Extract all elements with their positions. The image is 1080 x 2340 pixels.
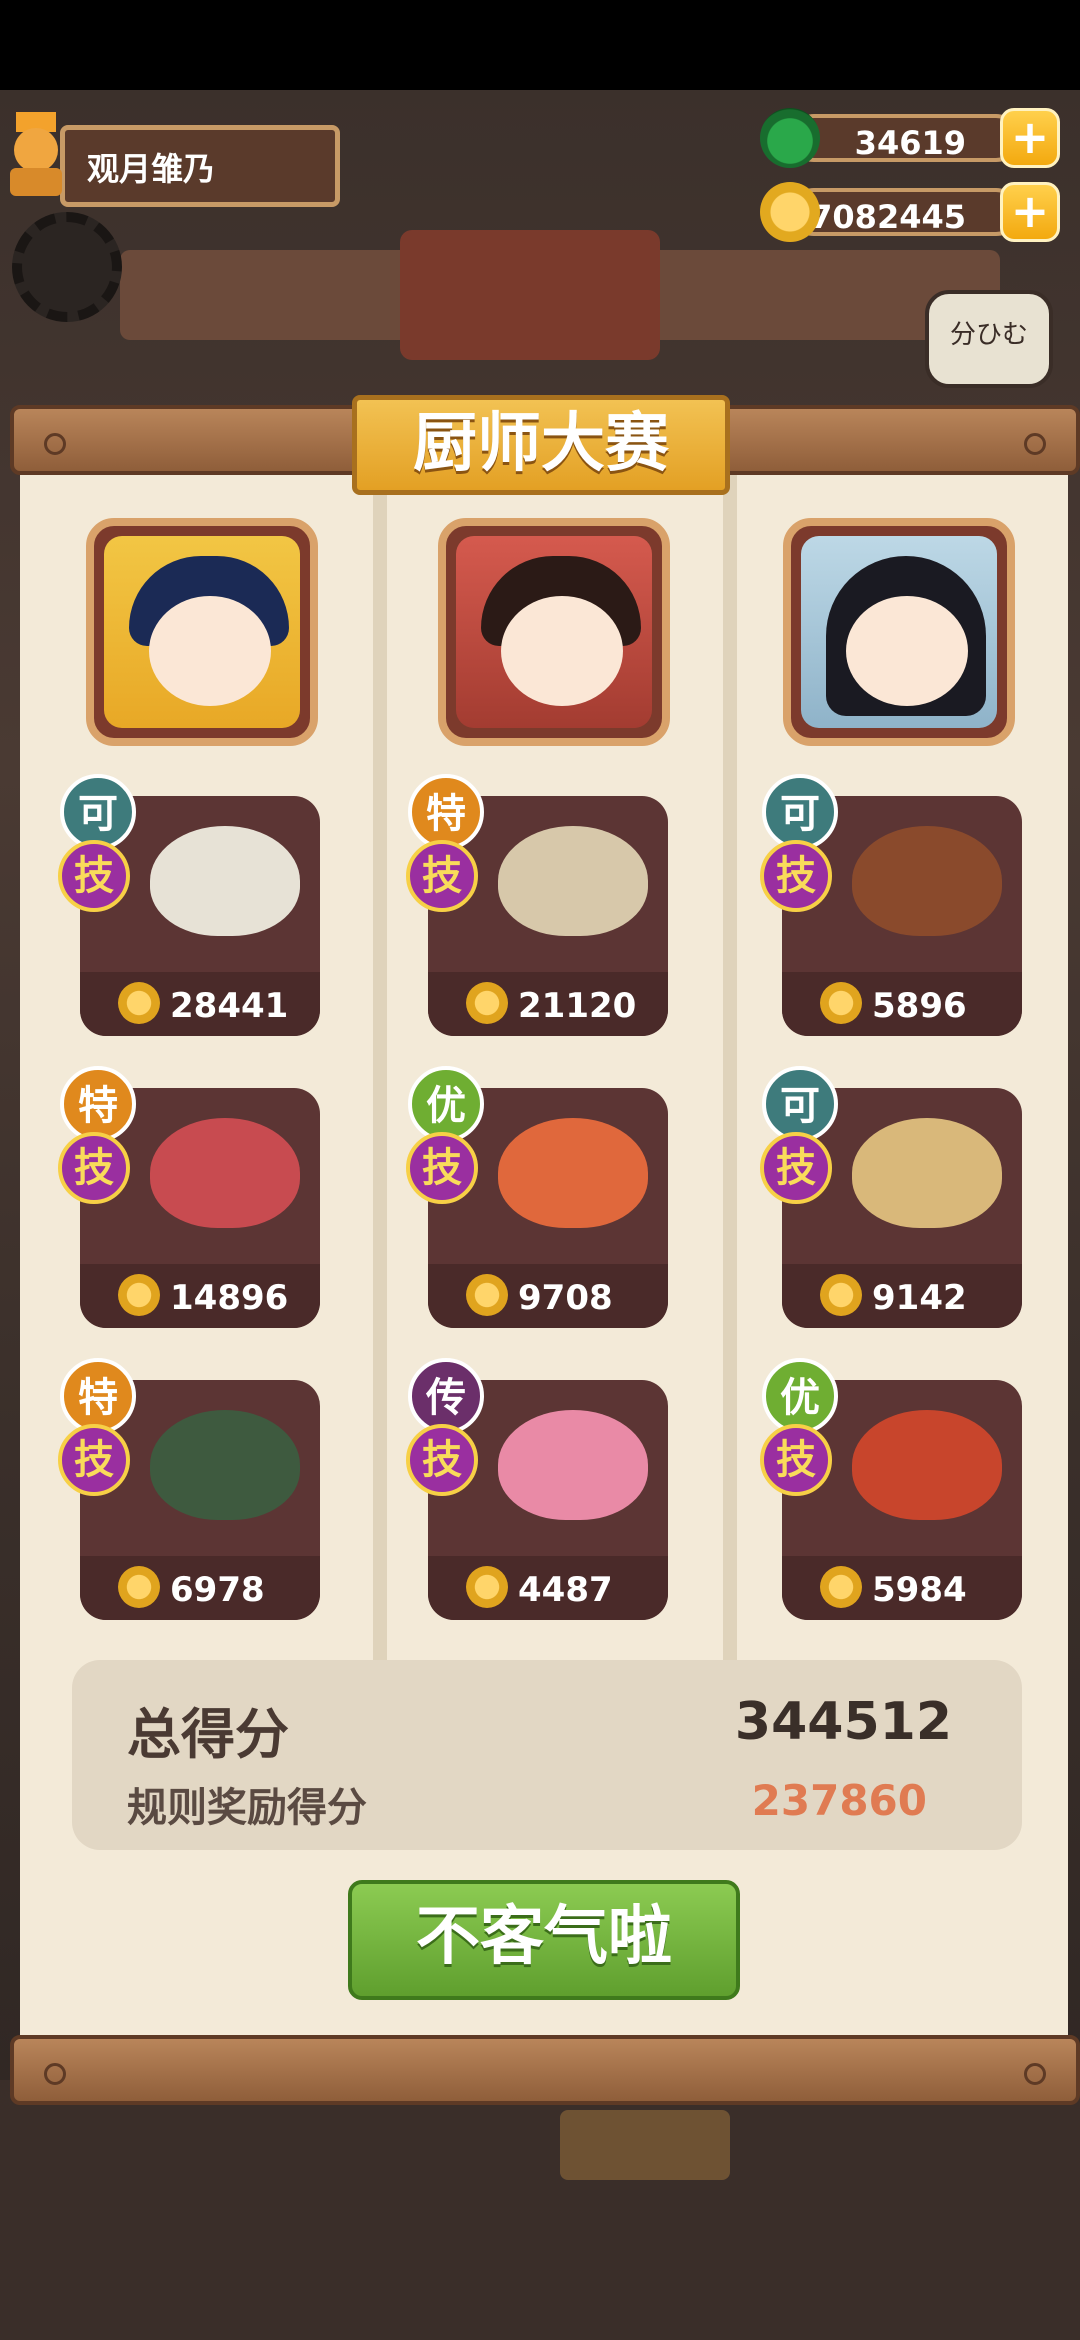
chef-portrait-3[interactable] bbox=[783, 518, 1015, 746]
dish-card[interactable]: 9142 可 技 bbox=[760, 1066, 1022, 1328]
chef-portrait-2[interactable] bbox=[438, 518, 670, 746]
column-divider bbox=[373, 470, 387, 1660]
dish-price: 14896 bbox=[170, 1278, 289, 1318]
dish-image bbox=[498, 1118, 648, 1228]
skill-badge: 技 bbox=[406, 1132, 478, 1204]
dish-card[interactable]: 4487 传 技 bbox=[406, 1358, 668, 1620]
dish-image bbox=[852, 826, 1002, 936]
coin-icon bbox=[820, 1566, 862, 1608]
bonus-score-label: 规则奖励得分 bbox=[127, 1785, 367, 1831]
total-score-value: 344512 bbox=[734, 1692, 952, 1752]
dish-image bbox=[150, 1410, 300, 1520]
dish-price: 9142 bbox=[872, 1278, 967, 1318]
rank-badge: 特 bbox=[408, 774, 484, 850]
background-knot bbox=[400, 230, 660, 360]
skill-badge: 技 bbox=[760, 840, 832, 912]
jade-icon bbox=[760, 108, 820, 168]
status-bar bbox=[0, 0, 1080, 90]
bonus-score-value: 237860 bbox=[751, 1776, 927, 1825]
skill-badge: 技 bbox=[58, 1132, 130, 1204]
dish-image bbox=[498, 826, 648, 936]
score-summary: 总得分 344512 规则奖励得分 237860 bbox=[72, 1660, 1022, 1850]
rank-badge: 优 bbox=[762, 1358, 838, 1434]
dish-image bbox=[150, 1118, 300, 1228]
skill-badge: 技 bbox=[406, 1424, 478, 1496]
skill-badge: 技 bbox=[58, 1424, 130, 1496]
coin-icon bbox=[118, 1274, 160, 1316]
coin-icon bbox=[820, 982, 862, 1024]
player-avatar-icon[interactable] bbox=[6, 112, 66, 198]
coin-icon bbox=[820, 1274, 862, 1316]
rank-badge: 可 bbox=[60, 774, 136, 850]
dish-price: 28441 bbox=[170, 986, 289, 1026]
dish-price: 4487 bbox=[518, 1570, 613, 1610]
coin-icon bbox=[118, 1566, 160, 1608]
dish-image bbox=[852, 1410, 1002, 1520]
dish-image bbox=[150, 826, 300, 936]
jade-currency: 34619 + bbox=[760, 108, 1060, 168]
player-name: 观月雏乃 bbox=[87, 150, 216, 188]
confirm-button[interactable]: 不客气啦 bbox=[348, 1880, 740, 2000]
coin-icon bbox=[466, 982, 508, 1024]
dish-image bbox=[498, 1410, 648, 1520]
dish-price: 9708 bbox=[518, 1278, 613, 1318]
settings-gear-icon[interactable] bbox=[12, 212, 122, 322]
jade-bar: 34619 bbox=[790, 114, 1020, 162]
dish-card[interactable]: 6978 特 技 bbox=[58, 1358, 320, 1620]
background-floor bbox=[0, 2080, 1080, 2340]
contest-title: 厨师大赛 bbox=[352, 395, 730, 495]
speech-bubble: 分ひむ bbox=[925, 290, 1053, 388]
column-divider bbox=[723, 470, 737, 1660]
coin-icon bbox=[760, 182, 820, 242]
skill-badge: 技 bbox=[760, 1132, 832, 1204]
skill-badge: 技 bbox=[58, 840, 130, 912]
dish-card[interactable]: 5984 优 技 bbox=[760, 1358, 1022, 1620]
coin-icon bbox=[466, 1566, 508, 1608]
bottom-scroll-rod bbox=[10, 2035, 1080, 2105]
skill-badge: 技 bbox=[406, 840, 478, 912]
dish-card[interactable]: 9708 优 技 bbox=[406, 1066, 668, 1328]
rank-badge: 传 bbox=[408, 1358, 484, 1434]
coin-icon bbox=[466, 1274, 508, 1316]
dish-card[interactable]: 14896 特 技 bbox=[58, 1066, 320, 1328]
dish-price: 5984 bbox=[872, 1570, 967, 1610]
chef-portrait-1[interactable] bbox=[86, 518, 318, 746]
coin-currency: 17082445 + bbox=[760, 182, 1060, 242]
coin-bar: 17082445 bbox=[788, 188, 1020, 236]
dish-price: 5896 bbox=[872, 986, 967, 1026]
dish-card[interactable]: 21120 特 技 bbox=[406, 774, 668, 1036]
dish-card[interactable]: 5896 可 技 bbox=[760, 774, 1022, 1036]
rank-badge: 可 bbox=[762, 774, 838, 850]
dish-image bbox=[852, 1118, 1002, 1228]
rank-badge: 特 bbox=[60, 1358, 136, 1434]
skill-badge: 技 bbox=[760, 1424, 832, 1496]
dish-price: 21120 bbox=[518, 986, 637, 1026]
dish-card[interactable]: 28441 可 技 bbox=[58, 774, 320, 1036]
player-profile[interactable]: 观月雏乃 bbox=[60, 125, 340, 207]
coin-icon bbox=[118, 982, 160, 1024]
rank-badge: 优 bbox=[408, 1066, 484, 1142]
rank-badge: 特 bbox=[60, 1066, 136, 1142]
add-coins-button[interactable]: + bbox=[1000, 182, 1060, 242]
jade-value: 34619 bbox=[854, 124, 966, 162]
total-score-label: 总得分 bbox=[127, 1703, 289, 1766]
market-sign bbox=[560, 2110, 730, 2180]
add-jade-button[interactable]: + bbox=[1000, 108, 1060, 168]
rank-badge: 可 bbox=[762, 1066, 838, 1142]
dish-price: 6978 bbox=[170, 1570, 265, 1610]
